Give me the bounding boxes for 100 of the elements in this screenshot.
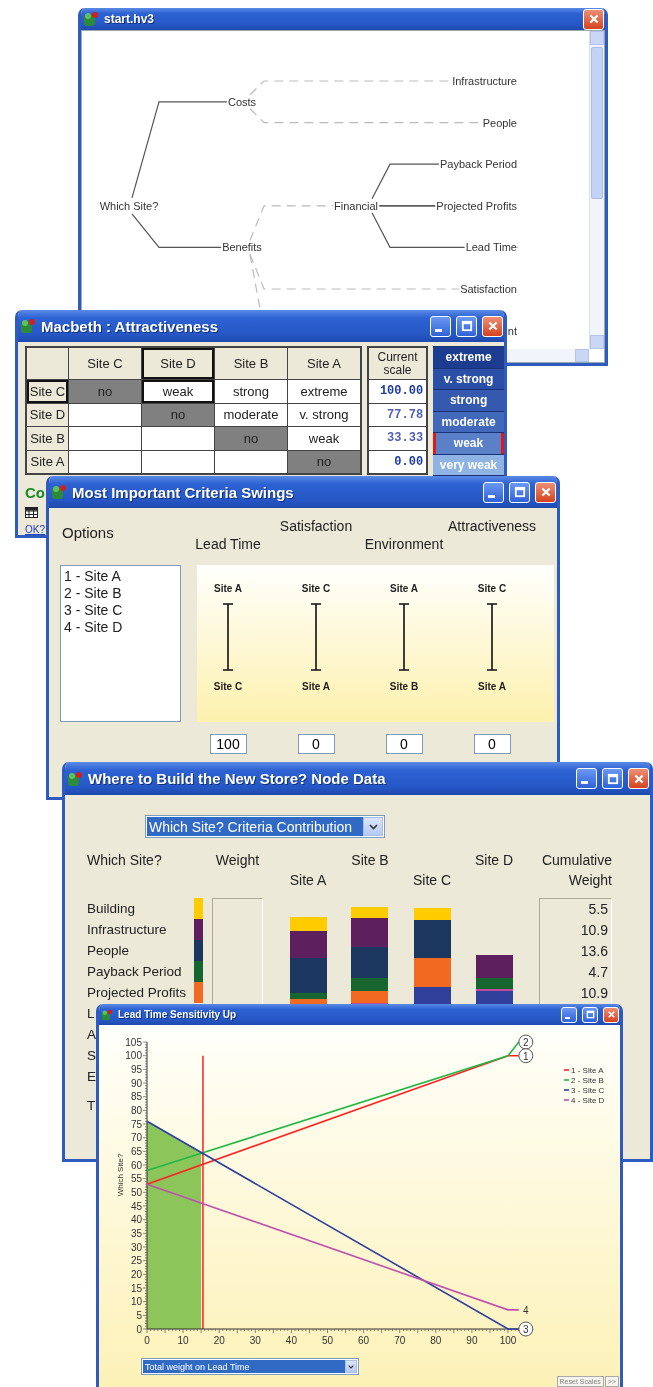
tree-node[interactable]: Lead Time	[464, 241, 518, 254]
axis-tick-label: 100	[125, 1050, 142, 1062]
swing-bottom-label: Site A	[478, 681, 506, 692]
swing-bottom-label: Site A	[302, 681, 330, 692]
category-item[interactable]: moderate	[433, 411, 504, 432]
maximize-button[interactable]	[602, 768, 623, 789]
app-icon	[67, 770, 83, 787]
tree-node[interactable]: Infrastructure	[451, 75, 518, 87]
axis-tick-label: 95	[130, 1063, 142, 1075]
close-button[interactable]	[482, 315, 503, 337]
column-header[interactable]: Site B	[215, 348, 287, 379]
grid-icon[interactable]	[25, 507, 38, 518]
maximize-icon	[585, 1010, 595, 1019]
series-end-label: 4	[523, 1304, 529, 1316]
options-heading: Options	[61, 524, 115, 543]
table-cell[interactable]: moderate	[215, 403, 287, 426]
table-cell[interactable]	[69, 403, 141, 426]
close-button[interactable]	[583, 8, 604, 30]
criterion-heading: Environment	[364, 536, 444, 554]
table-cell[interactable]	[69, 450, 141, 473]
option-item[interactable]: 1 - Site A	[64, 568, 177, 585]
criterion-heading: Attractiveness	[448, 518, 536, 536]
diagonal-cell[interactable]: no	[288, 450, 360, 473]
horizontal-scrollbar[interactable]	[504, 349, 589, 362]
minimize-button[interactable]	[561, 1006, 577, 1023]
close-button[interactable]	[535, 481, 556, 503]
option-item[interactable]: 2 - Site B	[64, 585, 177, 602]
row-header[interactable]: Site A	[27, 450, 68, 473]
table-cell[interactable]: strong	[215, 380, 287, 403]
swing-weight-field[interactable]: 0	[473, 734, 511, 754]
axis-tick-label: 30	[249, 1335, 261, 1345]
maximize-icon	[606, 772, 619, 785]
criterion-label: S	[87, 1047, 96, 1065]
table-cell[interactable]	[215, 450, 287, 473]
swing-weight-field[interactable]: 0	[385, 734, 423, 754]
vertical-scrollbar[interactable]	[589, 31, 604, 349]
minimize-button[interactable]	[430, 315, 451, 337]
column-header[interactable]: Site D	[142, 348, 214, 379]
tree-node[interactable]: Payback Period	[438, 158, 518, 171]
table-cell[interactable]: weak	[288, 427, 360, 450]
diagonal-cell[interactable]: no	[69, 380, 141, 403]
weight-dropdown[interactable]: Total weight on Lead Time	[141, 1358, 359, 1375]
category-item[interactable]: extreme	[433, 347, 504, 368]
table-cell[interactable]: v. strong	[288, 403, 360, 426]
tree-node[interactable]: Financial	[333, 199, 379, 212]
maximize-button[interactable]	[582, 1006, 598, 1023]
maximize-button[interactable]	[509, 481, 530, 503]
axis-tick-label: 55	[130, 1173, 142, 1185]
minimize-button[interactable]	[483, 481, 504, 503]
close-icon	[486, 320, 499, 332]
table-cell[interactable]	[69, 427, 141, 450]
option-item[interactable]: 3 - Site C	[64, 602, 177, 619]
table-cell[interactable]	[142, 427, 214, 450]
axis-tick-label: 60	[130, 1159, 142, 1171]
ok-link[interactable]: OK?	[25, 524, 45, 535]
row-header[interactable]: Site D	[27, 403, 68, 426]
scale-value: 0.00	[369, 450, 427, 473]
legend-label: 2 - Site B	[571, 1076, 604, 1085]
tree-node[interactable]: Satisfaction	[459, 283, 518, 295]
column-heading: Site D	[474, 852, 514, 868]
axis-tick-label: 50	[130, 1186, 142, 1198]
scale-value: 77.78	[369, 403, 427, 426]
scale-value: 100.00	[369, 380, 427, 403]
view-dropdown[interactable]: Which Site? Criteria Contribution	[145, 815, 385, 838]
column-header[interactable]: Site A	[288, 348, 360, 379]
category-item[interactable]: weak	[433, 433, 504, 454]
column-header[interactable]: Site C	[69, 348, 141, 379]
table-cell[interactable]: extreme	[288, 380, 360, 403]
option-item[interactable]: 4 - Site D	[64, 619, 177, 636]
tree-node[interactable]: People	[481, 116, 518, 129]
app-icon	[101, 1008, 113, 1021]
cumulative-value: 5.5	[587, 900, 609, 919]
row-header[interactable]: Site B	[27, 427, 68, 450]
table-cell[interactable]: weak	[142, 380, 214, 403]
maximize-button[interactable]	[456, 315, 477, 337]
series-end-marker: 1	[518, 1048, 534, 1064]
swing-weight-field[interactable]: 100	[209, 734, 247, 754]
minimize-icon	[581, 781, 588, 784]
table-cell[interactable]	[142, 450, 214, 473]
tree-node[interactable]: Which Site?	[98, 199, 160, 212]
series-end-marker: 2	[518, 1034, 534, 1050]
swing-weight-field[interactable]: 0	[297, 734, 335, 754]
criterion-label: Building	[87, 900, 136, 918]
column-heading: Which Site?	[87, 852, 163, 868]
diagonal-cell[interactable]: no	[215, 427, 287, 450]
minimize-button[interactable]	[576, 768, 597, 789]
tree-node[interactable]: Projected Profits	[435, 199, 518, 212]
close-button[interactable]	[628, 768, 649, 789]
tree-node[interactable]: Benefits	[221, 241, 263, 254]
diagonal-cell[interactable]: no	[142, 403, 214, 426]
row-header[interactable]: Site C	[27, 380, 68, 403]
maximize-icon	[513, 486, 526, 498]
category-item[interactable]: strong	[433, 390, 504, 411]
category-item[interactable]: v. strong	[433, 368, 504, 389]
tree-node[interactable]: Costs	[226, 95, 258, 108]
minimize-icon	[435, 328, 442, 332]
column-heading: Cumulative Weight	[540, 851, 612, 890]
axis-tick-label: 40	[130, 1214, 142, 1226]
close-button[interactable]	[603, 1006, 619, 1023]
scale-value: 33.33	[369, 427, 427, 450]
